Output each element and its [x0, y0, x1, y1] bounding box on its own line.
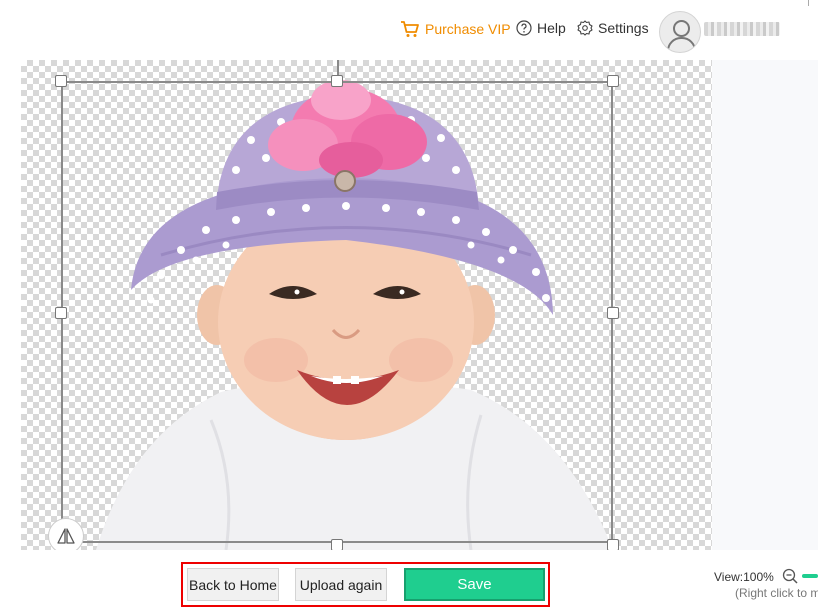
- flip-horizontal-icon: [57, 528, 75, 544]
- purchase-vip-link[interactable]: Purchase VIP: [400, 20, 511, 38]
- resize-handle-middle-right[interactable]: [607, 307, 619, 319]
- resize-handle-bottom-center[interactable]: [331, 539, 343, 550]
- right-panel: [712, 60, 818, 550]
- flip-button[interactable]: [48, 518, 84, 550]
- upload-again-button[interactable]: Upload again: [295, 568, 387, 601]
- action-button-group: Back to Home Upload again Save: [181, 562, 550, 607]
- resize-handle-top-right[interactable]: [607, 75, 619, 87]
- window-edge-mark: [808, 0, 818, 6]
- username-blurred[interactable]: [704, 22, 780, 36]
- zoom-level-label: View:100%: [714, 570, 774, 584]
- question-circle-icon: [516, 20, 532, 36]
- user-avatar-icon[interactable]: [659, 11, 701, 53]
- resize-handle-bottom-right[interactable]: [607, 539, 619, 550]
- cart-icon: [401, 21, 419, 37]
- resize-handle-top-left[interactable]: [55, 75, 67, 87]
- bottom-bar: Back to Home Upload again Save View:100%…: [0, 550, 818, 612]
- resize-handle-top-center[interactable]: [331, 75, 343, 87]
- settings-label: Settings: [598, 20, 649, 36]
- avatar-body: [667, 37, 696, 52]
- zoom-slider[interactable]: [802, 574, 818, 578]
- image-canvas[interactable]: [21, 60, 712, 550]
- top-bar: Purchase VIP Help Settings: [0, 0, 818, 60]
- purchase-vip-label: Purchase VIP: [425, 21, 511, 37]
- selection-frame[interactable]: [61, 81, 613, 543]
- save-button[interactable]: Save: [404, 568, 545, 601]
- gear-icon: [577, 20, 593, 36]
- help-link[interactable]: Help: [516, 20, 566, 36]
- zoom-hint: (Right click to m: [735, 586, 818, 600]
- zoom-out-icon[interactable]: [782, 568, 798, 584]
- back-to-home-button[interactable]: Back to Home: [187, 568, 279, 601]
- rotate-handle-line: [337, 60, 339, 75]
- settings-link[interactable]: Settings: [577, 20, 649, 36]
- help-label: Help: [537, 20, 566, 36]
- avatar-head: [673, 20, 690, 37]
- resize-handle-middle-left[interactable]: [55, 307, 67, 319]
